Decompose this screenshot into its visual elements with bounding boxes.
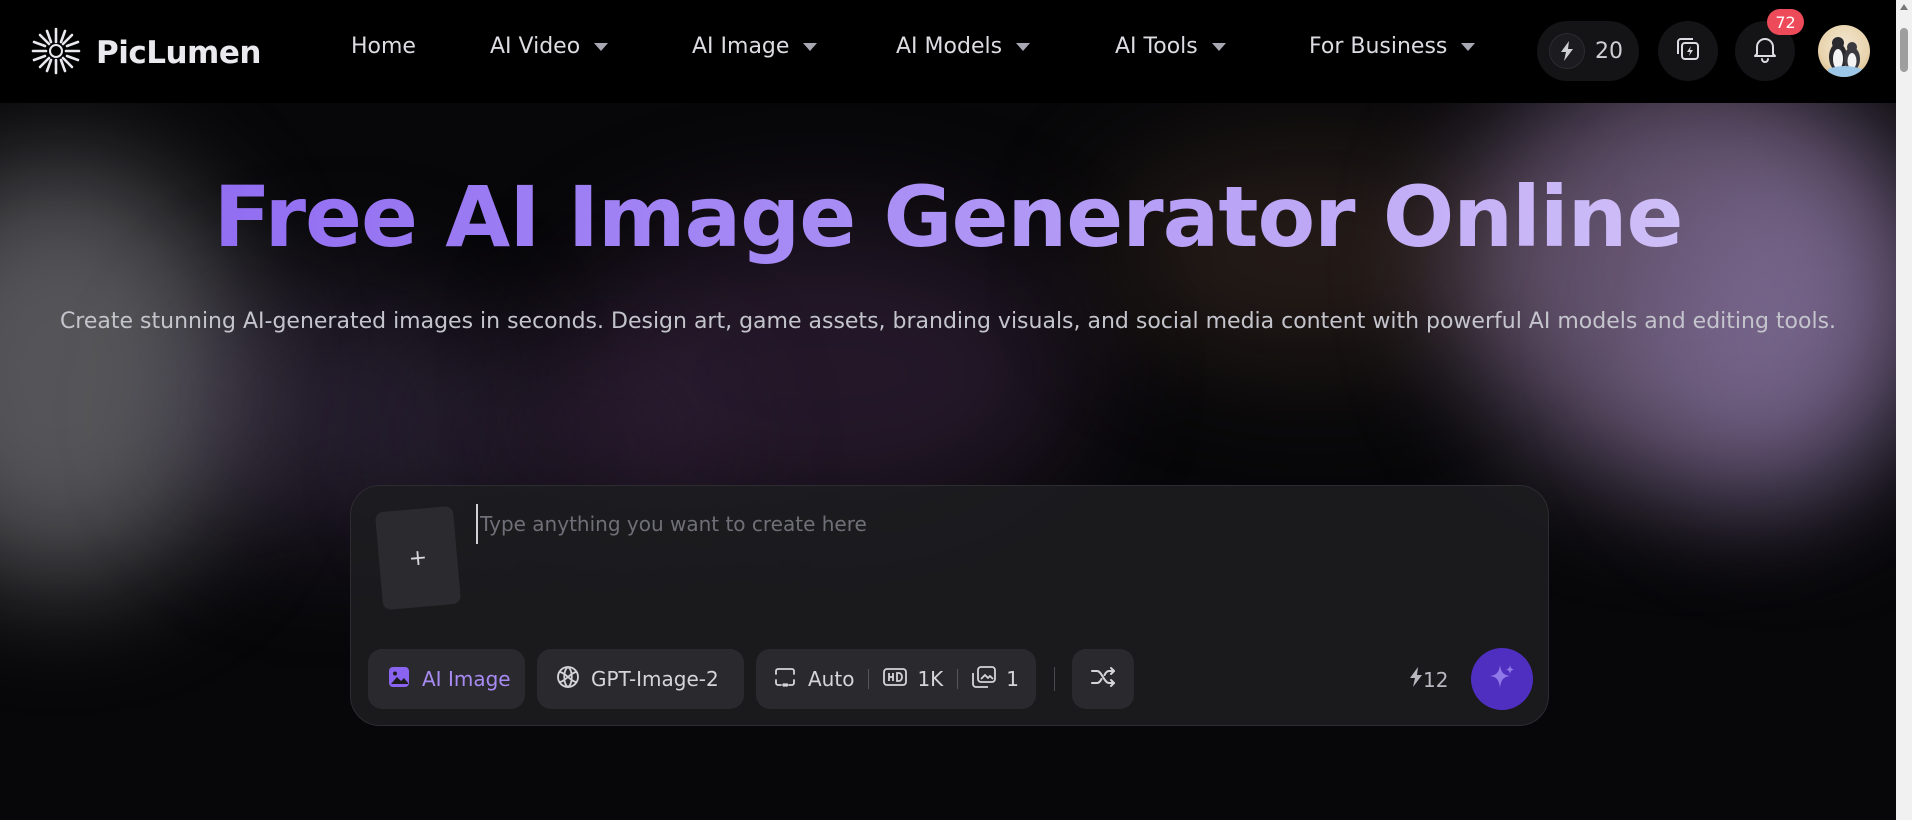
plus-icon: + [407, 544, 429, 572]
sparkle-icon [1487, 662, 1517, 696]
nav-ai-video[interactable]: AI Video [490, 34, 609, 59]
shuffle-icon [1090, 666, 1116, 693]
history-button[interactable] [1658, 21, 1718, 81]
scroll-thumb[interactable] [1900, 28, 1908, 72]
notification-badge: 72 [1767, 9, 1804, 35]
divider [868, 669, 870, 689]
hero-title: Free AI Image Generator Online [0, 168, 1896, 266]
shuffle-prompt-button[interactable] [1072, 649, 1134, 709]
generate-button[interactable] [1471, 648, 1533, 710]
openai-icon [555, 664, 581, 695]
page: Free AI Image Generator Online Create st… [0, 0, 1912, 820]
prompt-input[interactable] [476, 504, 1476, 544]
brand-logo[interactable]: PicLumen [30, 26, 261, 80]
aspect-label: Auto [808, 667, 855, 691]
chevron-down-icon [1211, 42, 1226, 51]
generation-cost: 12 [1409, 667, 1448, 692]
toolbar-divider [1054, 667, 1055, 691]
aspect-ratio-icon [774, 667, 796, 692]
chevron-down-icon [594, 42, 609, 51]
image-icon [388, 666, 410, 693]
brand-name: PicLumen [96, 35, 261, 71]
nav-ai-models[interactable]: AI Models [896, 34, 1031, 59]
nav-home[interactable]: Home [351, 34, 416, 59]
nav-ai-image-label: AI Image [692, 34, 790, 59]
model-label: GPT-Image-2 [591, 667, 719, 691]
nav-ai-video-label: AI Video [490, 34, 581, 59]
upload-image-button[interactable]: + [374, 505, 462, 611]
cost-value: 12 [1423, 667, 1449, 692]
mode-label: AI Image [422, 667, 511, 691]
hd-icon [883, 667, 908, 691]
prompt-card: + AI Image GPT-Imag [350, 485, 1549, 726]
credits-pill[interactable]: 20 [1537, 21, 1639, 81]
nav-for-business-label: For Business [1309, 34, 1448, 59]
bell-icon [1752, 35, 1778, 67]
nav-for-business[interactable]: For Business [1309, 34, 1476, 59]
divider [957, 669, 959, 689]
avatar[interactable] [1818, 25, 1870, 77]
page-scrollbar[interactable] [1896, 0, 1912, 820]
generation-settings[interactable]: Auto 1K 1 [756, 649, 1036, 709]
images-icon [972, 665, 997, 693]
nav-ai-tools[interactable]: AI Tools [1115, 34, 1226, 59]
nav-home-label: Home [351, 34, 416, 59]
hero-subtitle: Create stunning AI-generated images in s… [59, 309, 1837, 334]
credits-count: 20 [1595, 38, 1623, 64]
scroll-up-icon[interactable] [1900, 4, 1908, 10]
image-count-label: 1 [1006, 667, 1020, 691]
resolution-label: 1K [917, 667, 944, 691]
nav-ai-models-label: AI Models [896, 34, 1003, 59]
lightning-icon [1409, 667, 1423, 692]
layers-icon [1674, 35, 1702, 67]
nav-ai-image[interactable]: AI Image [692, 34, 818, 59]
nav-ai-tools-label: AI Tools [1115, 34, 1198, 59]
top-navbar: PicLumen Home AI Video AI Image AI Model… [0, 0, 1896, 103]
sunburst-logo-icon [30, 26, 82, 80]
model-selector[interactable]: GPT-Image-2 [537, 649, 744, 709]
chevron-down-icon [1461, 42, 1476, 51]
lightning-icon [1549, 33, 1585, 69]
mode-selector[interactable]: AI Image [368, 649, 525, 709]
chevron-down-icon [1016, 42, 1031, 51]
chevron-down-icon [803, 42, 818, 51]
